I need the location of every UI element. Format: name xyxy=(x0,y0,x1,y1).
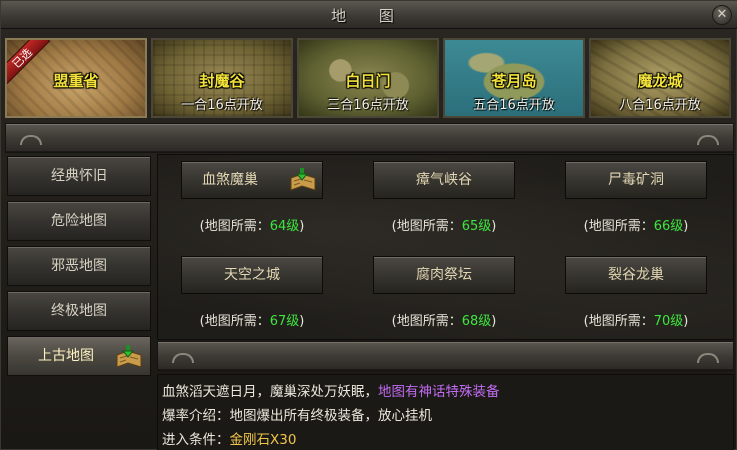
required-level: 67级 xyxy=(269,314,300,329)
map-requirement: (地图所需：67级) xyxy=(199,314,305,329)
map-scroll-icon xyxy=(114,343,144,371)
map-requirement: (地图所需：65级) xyxy=(391,219,497,234)
map-button-zhangqi[interactable]: 瘴气峡谷 xyxy=(373,161,515,199)
map-name: 血煞魔巢 xyxy=(202,172,258,188)
sidebar-item-ultimate[interactable]: 终极地图 xyxy=(7,291,151,331)
special-gear-highlight: 地图有神话特殊装备 xyxy=(378,384,500,400)
region-name: 魔龙城 xyxy=(637,72,683,90)
window-title: 地 图 xyxy=(331,7,408,25)
region-name: 盟重省 xyxy=(53,72,99,90)
map-grid-panel: 血煞魔巢 瘴气峡谷 尸毒矿洞 (地图所需：64级) (地图所需：65级) (地图… xyxy=(157,154,734,340)
map-button-furou[interactable]: 腐肉祭坛 xyxy=(373,256,515,294)
required-level: 70级 xyxy=(653,314,684,329)
region-card-fengmo[interactable]: 封魔谷 一合16点开放 xyxy=(151,38,293,118)
sidebar-item-danger[interactable]: 危险地图 xyxy=(7,201,151,241)
map-window: 地 图 ✕ 已选 盟重省 封魔谷 一合16点开放 白日门 三合16点开放 苍月岛… xyxy=(0,0,737,450)
sidebar-item-classic[interactable]: 经典怀旧 xyxy=(7,156,151,196)
description-line-lore: 血煞滔天遮日月，魔巢深处万妖眠，地图有神话特殊装备 xyxy=(162,384,500,400)
required-level: 66级 xyxy=(653,219,684,234)
category-sidebar: 经典怀旧 危险地图 邪恶地图 终极地图 上古地图 xyxy=(7,156,153,381)
region-open-time: 五合16点开放 xyxy=(473,98,555,113)
sidebar-item-ancient[interactable]: 上古地图 xyxy=(7,336,151,376)
description-line-droprate: 爆率介绍：地图爆出所有终极装备，放心挂机 xyxy=(162,408,432,424)
close-button[interactable]: ✕ xyxy=(712,5,732,25)
region-name: 封魔谷 xyxy=(199,72,245,90)
map-button-xuesha[interactable]: 血煞魔巢 xyxy=(181,161,323,199)
map-requirement: (地图所需：66级) xyxy=(583,219,689,234)
map-requirement: (地图所需：64级) xyxy=(199,219,305,234)
region-open-time: 八合16点开放 xyxy=(619,98,701,113)
region-name: 白日门 xyxy=(345,72,391,90)
sidebar-item-evil[interactable]: 邪恶地图 xyxy=(7,246,151,286)
region-card-molong[interactable]: 魔龙城 八合16点开放 xyxy=(589,38,731,118)
map-button-shidu[interactable]: 尸毒矿洞 xyxy=(565,161,707,199)
map-requirement: (地图所需：68级) xyxy=(391,314,497,329)
region-name: 苍月岛 xyxy=(491,72,537,90)
sidebar-item-label: 上古地图 xyxy=(38,348,94,364)
region-open-time: 一合16点开放 xyxy=(181,98,263,113)
ornament-divider xyxy=(5,123,734,153)
region-open-time: 三合16点开放 xyxy=(327,98,409,113)
region-card-bairi[interactable]: 白日门 三合16点开放 xyxy=(297,38,439,118)
required-level: 65级 xyxy=(461,219,492,234)
ornament-divider xyxy=(157,341,734,371)
map-requirement: (地图所需：70级) xyxy=(583,314,689,329)
region-card-cangyue[interactable]: 苍月岛 五合16点开放 xyxy=(443,38,585,118)
map-button-tiankong[interactable]: 天空之城 xyxy=(181,256,323,294)
title-bar: 地 图 ✕ xyxy=(1,1,737,29)
map-button-liegu[interactable]: 裂谷龙巢 xyxy=(565,256,707,294)
required-level: 64级 xyxy=(269,219,300,234)
map-description: 血煞滔天遮日月，魔巢深处万妖眠，地图有神话特殊装备 爆率介绍：地图爆出所有终极装… xyxy=(157,374,734,450)
region-card-mengzhong[interactable]: 已选 盟重省 xyxy=(5,38,147,118)
region-list: 已选 盟重省 封魔谷 一合16点开放 白日门 三合16点开放 苍月岛 五合16点… xyxy=(5,38,734,118)
description-line-entry: 进入条件：金刚石X30 xyxy=(162,432,297,448)
required-level: 68级 xyxy=(461,314,492,329)
map-scroll-icon xyxy=(288,166,318,194)
entry-cost: 金刚石X30 xyxy=(229,432,297,448)
